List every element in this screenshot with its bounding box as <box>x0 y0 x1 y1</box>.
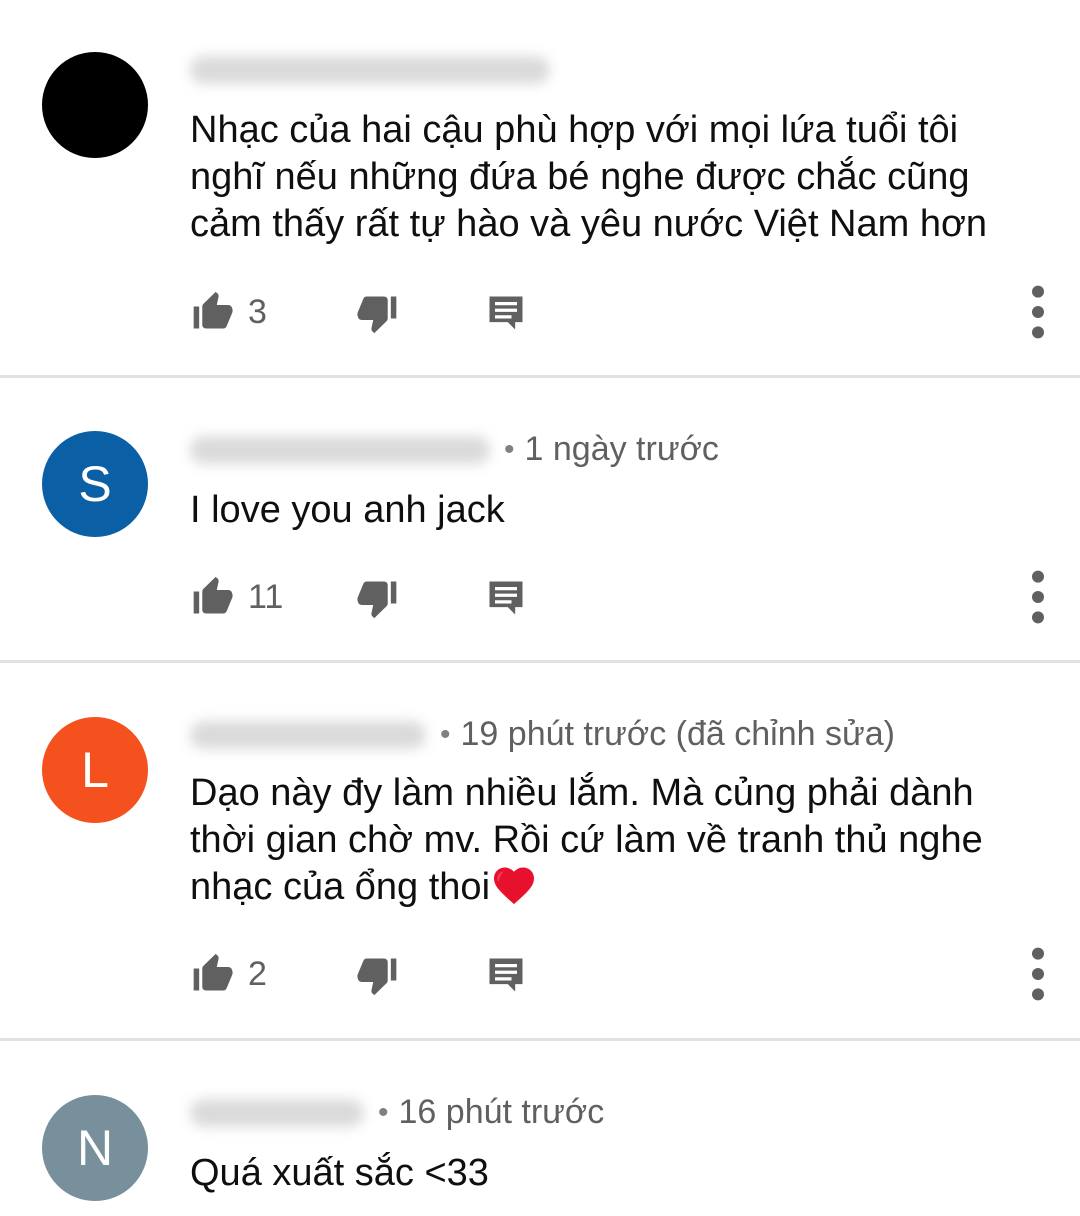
heart-emoji-icon <box>494 867 535 905</box>
avatar[interactable]: L <box>42 717 148 823</box>
comment-item: Nhạc của hai cậu phù hợp với mọi lứa tuổ… <box>0 0 1080 375</box>
comment-meta: • 1 ngày trước <box>190 430 719 469</box>
comment-item: L • 19 phút trước (đã chỉnh sửa) Dạo này… <box>0 663 1080 1038</box>
comment-time: 1 ngày trước <box>524 430 719 468</box>
dislike-button[interactable] <box>356 576 400 625</box>
reply-icon <box>489 958 523 992</box>
more-options-button[interactable] <box>1026 283 1050 346</box>
comment-meta: • 19 phút trước (đã chỉnh sửa) <box>190 715 895 754</box>
author-name-blurred[interactable] <box>190 56 550 84</box>
comment-text-line: Dạo này đy làm nhiều lắm. Mà củng phải d… <box>190 772 974 814</box>
more-options-button[interactable] <box>1026 568 1050 631</box>
more-vert-icon <box>1032 285 1044 339</box>
thumb-down-icon <box>357 958 397 996</box>
comment-time: 19 phút trước (đã chỉnh sửa) <box>460 715 895 753</box>
reply-button[interactable] <box>484 576 528 625</box>
comment-item: S • 1 ngày trước I love you anh jack 11 <box>0 378 1080 660</box>
comment-text: Dạo này đy làm nhiều lắm. Mà củng phải d… <box>190 770 1050 911</box>
reply-icon <box>489 296 523 330</box>
comment-actions: 3 <box>190 285 1060 340</box>
comment-text: I love you anh jack <box>190 487 1050 534</box>
separator-dot: • <box>504 432 515 466</box>
thumb-down-icon <box>357 296 397 334</box>
comment-actions: 2 <box>190 947 1060 1002</box>
comment-text-line: Nhạc của hai cậu phù hợp với mọi lứa tuổ… <box>190 109 959 151</box>
avatar[interactable]: N <box>42 1095 148 1201</box>
comment-text-line: cảm thấy rất tự hào và yêu nước Việt Nam… <box>190 203 988 245</box>
comment-text-line: I love you anh jack <box>190 489 505 531</box>
dislike-button[interactable] <box>356 291 400 340</box>
author-name-blurred[interactable] <box>190 435 490 464</box>
comments-list: Nhạc của hai cậu phù hợp với mọi lứa tuổ… <box>0 0 1080 1216</box>
separator-dot: • <box>378 1095 389 1129</box>
comment-meta: • 16 phút trước <box>190 1093 604 1132</box>
like-count: 3 <box>248 292 267 331</box>
thumb-up-icon <box>193 576 233 614</box>
like-count: 11 <box>248 577 284 616</box>
author-name-blurred[interactable] <box>190 720 426 749</box>
separator-dot: • <box>440 717 451 751</box>
author-name-blurred[interactable] <box>190 1098 364 1127</box>
comment-text: Nhạc của hai cậu phù hợp với mọi lứa tuổ… <box>190 107 1050 248</box>
like-button[interactable]: 2 <box>190 949 267 999</box>
thumb-up-icon <box>193 291 233 329</box>
comment-text: Quá xuất sắc <33 <box>190 1150 1050 1197</box>
more-vert-icon <box>1032 570 1044 624</box>
comment-text-line: nghĩ nếu những đứa bé nghe được chắc cũn… <box>190 156 970 198</box>
comment-text-line: nhạc của ổng thoi <box>190 864 1050 911</box>
comment-actions: 11 <box>190 570 1060 625</box>
dislike-button[interactable] <box>356 953 400 1002</box>
comment-item: N • 16 phút trước Quá xuất sắc <33 <box>0 1041 1080 1216</box>
like-button[interactable]: 3 <box>190 287 267 337</box>
comment-time: 16 phút trước <box>398 1093 605 1131</box>
comment-text-line: thời gian chờ mv. Rồi cứ làm về tranh th… <box>190 819 983 861</box>
reply-icon <box>489 581 523 615</box>
reply-button[interactable] <box>484 291 528 340</box>
avatar[interactable] <box>42 52 148 158</box>
comment-meta <box>190 56 550 84</box>
avatar[interactable]: S <box>42 431 148 537</box>
thumb-down-icon <box>357 581 397 619</box>
thumb-up-icon <box>193 953 233 991</box>
comment-text-line: Quá xuất sắc <33 <box>190 1152 489 1194</box>
like-count: 2 <box>248 954 267 993</box>
more-options-button[interactable] <box>1026 945 1050 1008</box>
reply-button[interactable] <box>484 953 528 1002</box>
more-vert-icon <box>1032 947 1044 1001</box>
like-button[interactable]: 11 <box>190 572 283 622</box>
